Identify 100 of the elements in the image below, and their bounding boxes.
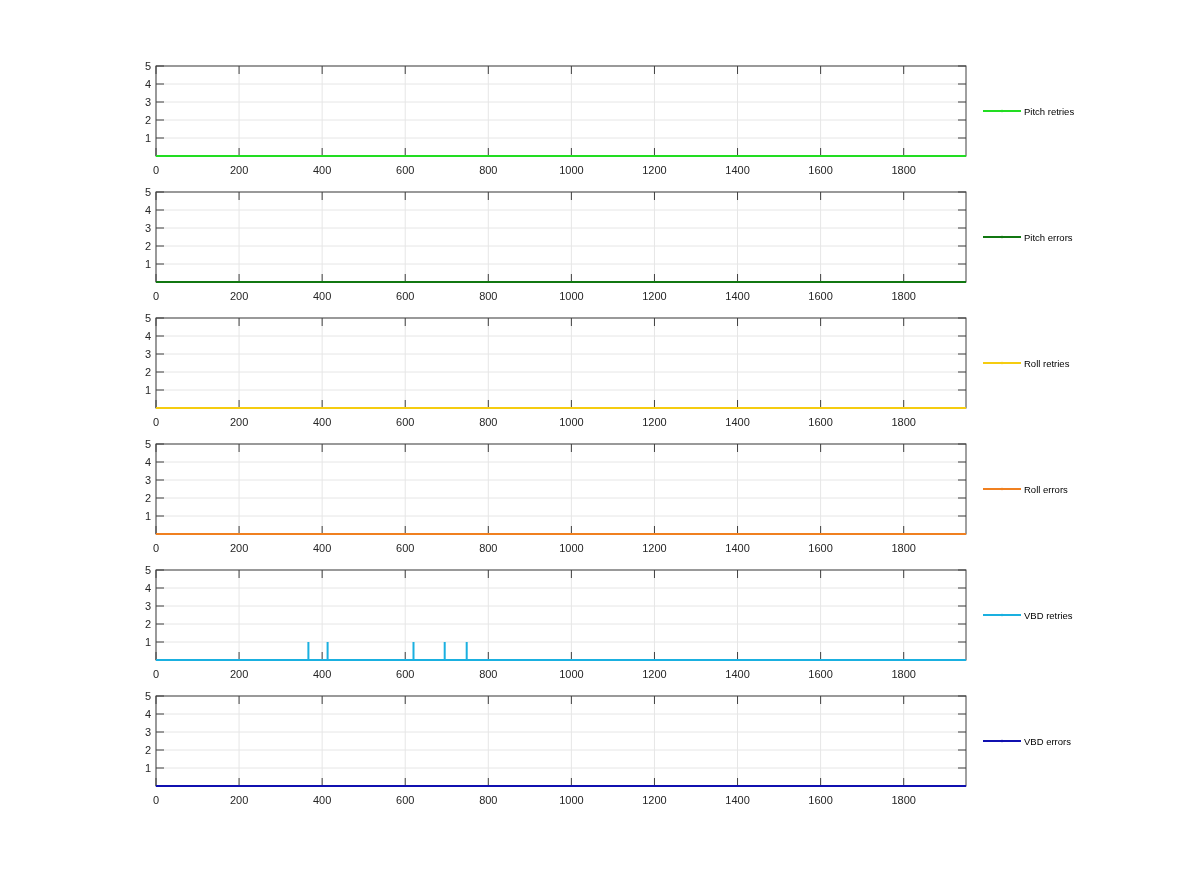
y-tick-label: 1 [144, 258, 151, 270]
x-tick-label: 1400 [725, 542, 750, 554]
x-tick-label: 800 [479, 416, 498, 428]
x-tick-label: 200 [229, 542, 249, 554]
x-tick-label: 1800 [891, 164, 916, 176]
x-tick-label: 400 [312, 164, 332, 176]
legend-line [982, 739, 1022, 743]
legend-line [982, 487, 1022, 491]
x-tick-label: 1000 [559, 542, 584, 554]
x-tick-label: 800 [479, 794, 498, 806]
y-tick-label: 1 [144, 132, 151, 144]
y-tick-label: 4 [144, 330, 151, 342]
y-tick-label: 1 [144, 762, 151, 774]
legend-line [982, 109, 1022, 113]
x-tick-label: 1600 [808, 290, 833, 302]
y-tick-label: 4 [144, 204, 151, 216]
y-tick-label: 5 [144, 60, 151, 72]
x-tick-label: 200 [229, 794, 249, 806]
x-tick-label: 1400 [725, 668, 750, 680]
x-tick-label: 400 [312, 542, 332, 554]
x-tick-label: 0 [152, 542, 160, 554]
y-tick-label: 1 [144, 510, 151, 522]
x-tick-label: 1200 [642, 668, 667, 680]
x-tick-label: 400 [312, 416, 332, 428]
x-tick-label: 600 [396, 416, 415, 428]
legend-label: Pitch errors [1024, 232, 1073, 243]
legend-label: VBD retries [1024, 610, 1073, 621]
x-tick-label: 1400 [725, 290, 750, 302]
x-tick-label: 1200 [642, 794, 667, 806]
x-tick-label: 1600 [808, 542, 833, 554]
y-tick-label: 3 [144, 222, 151, 234]
x-tick-label: 1800 [891, 290, 916, 302]
x-tick-label: 1200 [642, 290, 667, 302]
x-tick-label: 600 [396, 794, 415, 806]
x-tick-label: 1000 [559, 416, 584, 428]
x-tick-label: 0 [152, 416, 160, 428]
x-tick-label: 1600 [808, 668, 833, 680]
x-tick-label: 1200 [642, 416, 667, 428]
y-tick-label: 3 [144, 600, 151, 612]
x-tick-label: 800 [479, 542, 498, 554]
y-tick-label: 5 [144, 438, 151, 450]
x-tick-label: 200 [229, 416, 249, 428]
x-tick-label: 800 [479, 290, 498, 302]
legend-label: Roll errors [1024, 484, 1068, 495]
legend-line [982, 613, 1022, 617]
y-tick-label: 1 [144, 636, 151, 648]
x-tick-label: 1200 [642, 164, 667, 176]
x-tick-label: 600 [396, 164, 415, 176]
x-tick-label: 1800 [891, 668, 916, 680]
x-tick-label: 200 [229, 668, 249, 680]
y-tick-label: 2 [144, 240, 151, 252]
x-tick-label: 1600 [808, 164, 833, 176]
x-tick-label: 1000 [559, 164, 584, 176]
x-tick-label: 1800 [891, 794, 916, 806]
x-tick-label: 0 [152, 794, 160, 806]
x-tick-label: 1000 [559, 668, 584, 680]
x-tick-label: 0 [152, 164, 160, 176]
x-tick-label: 600 [396, 290, 415, 302]
x-tick-label: 1600 [808, 416, 833, 428]
x-tick-label: 1800 [891, 542, 916, 554]
y-tick-label: 2 [144, 744, 151, 756]
x-tick-label: 0 [152, 290, 160, 302]
legend-label: VBD errors [1024, 736, 1071, 747]
y-tick-label: 3 [144, 96, 151, 108]
x-tick-label: 1400 [725, 416, 750, 428]
y-tick-label: 4 [144, 78, 151, 90]
x-tick-label: 600 [396, 668, 415, 680]
y-tick-label: 5 [144, 564, 151, 576]
legend-label: Roll retries [1024, 358, 1070, 369]
x-tick-label: 800 [479, 668, 498, 680]
y-tick-label: 5 [144, 312, 151, 324]
y-tick-label: 3 [144, 474, 151, 486]
x-tick-label: 1400 [725, 794, 750, 806]
x-tick-label: 1200 [642, 542, 667, 554]
y-tick-label: 3 [144, 348, 151, 360]
y-tick-label: 2 [144, 492, 151, 504]
x-tick-label: 400 [312, 668, 332, 680]
x-tick-label: 1600 [808, 794, 833, 806]
x-tick-label: 600 [396, 542, 415, 554]
x-tick-label: 1000 [559, 794, 584, 806]
y-tick-label: 4 [144, 456, 151, 468]
legend-line [982, 361, 1022, 365]
legend-label: Pitch retries [1024, 106, 1075, 117]
x-tick-label: 800 [479, 164, 498, 176]
x-tick-label: 1400 [725, 164, 750, 176]
y-tick-label: 5 [144, 186, 151, 198]
y-tick-label: 4 [144, 708, 151, 720]
x-tick-label: 1800 [891, 416, 916, 428]
y-tick-label: 2 [144, 366, 151, 378]
x-tick-label: 400 [312, 794, 332, 806]
x-tick-label: 200 [229, 164, 249, 176]
x-tick-label: 200 [229, 290, 249, 302]
legend-line [982, 235, 1022, 239]
x-tick-label: 1000 [559, 290, 584, 302]
y-tick-label: 3 [144, 726, 151, 738]
y-tick-label: 4 [144, 582, 151, 594]
x-tick-label: 0 [152, 668, 160, 680]
y-tick-label: 2 [144, 618, 151, 630]
y-tick-label: 5 [144, 690, 151, 702]
x-tick-label: 400 [312, 290, 332, 302]
